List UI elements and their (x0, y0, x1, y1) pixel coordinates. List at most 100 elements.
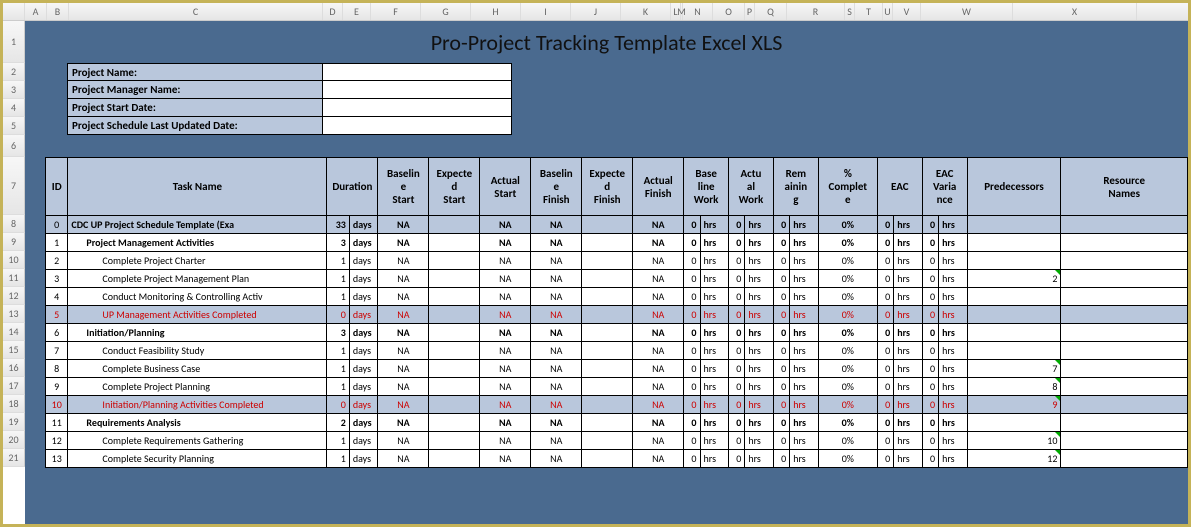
cell-bs[interactable]: NA (378, 288, 429, 306)
cell-pc[interactable]: 0% (818, 414, 877, 432)
cell-rem[interactable]: 0 (773, 450, 789, 468)
cell-as[interactable]: NA (480, 342, 531, 360)
cell-awu[interactable]: hrs (745, 342, 774, 360)
cell-remu[interactable]: hrs (790, 216, 819, 234)
cell-aw[interactable]: 0 (729, 450, 745, 468)
col-header-pc[interactable]: %Complete (818, 158, 877, 216)
cell-pred[interactable] (967, 252, 1061, 270)
cell-rem[interactable]: 0 (773, 414, 789, 432)
cell-res[interactable] (1061, 396, 1188, 414)
cell-bw[interactable]: 0 (684, 270, 700, 288)
cell-dur-n[interactable]: 1 (327, 288, 349, 306)
cell-evu[interactable]: hrs (939, 414, 968, 432)
cell-pred[interactable]: 9 (967, 396, 1061, 414)
cell-ev[interactable]: 0 (922, 450, 938, 468)
cell-bw[interactable]: 0 (684, 234, 700, 252)
cell-bs[interactable]: NA (378, 324, 429, 342)
cell-dur-n[interactable]: 1 (327, 270, 349, 288)
cell-bw[interactable]: 0 (684, 216, 700, 234)
cell-as[interactable]: NA (480, 450, 531, 468)
cell-ev[interactable]: 0 (922, 414, 938, 432)
cell-dur-u[interactable]: days (349, 252, 378, 270)
cell-bwu[interactable]: hrs (700, 216, 729, 234)
cell-af[interactable]: NA (633, 324, 684, 342)
cell-eacu[interactable]: hrs (894, 414, 923, 432)
cell-as[interactable]: NA (480, 378, 531, 396)
cell-rem[interactable]: 0 (773, 216, 789, 234)
cell-dur-u[interactable]: days (349, 342, 378, 360)
cell-id[interactable]: 13 (46, 450, 68, 468)
column-header-K[interactable]: K (621, 3, 671, 20)
table-body[interactable]: 0CDC UP Project Schedule Template (Exa33… (46, 216, 1188, 468)
cell-bwu[interactable]: hrs (700, 450, 729, 468)
cell-bw[interactable]: 0 (684, 450, 700, 468)
column-header-E[interactable]: E (343, 3, 371, 20)
cell-as[interactable]: NA (480, 270, 531, 288)
cell-pred[interactable] (967, 306, 1061, 324)
cell-id[interactable]: 9 (46, 378, 68, 396)
cell-rem[interactable]: 0 (773, 234, 789, 252)
cell-id[interactable]: 3 (46, 270, 68, 288)
cell-rem[interactable]: 0 (773, 288, 789, 306)
col-header-es[interactable]: ExpectedStart (429, 158, 480, 216)
col-header-ev[interactable]: EACVariance (922, 158, 967, 216)
cell-bs[interactable]: NA (378, 342, 429, 360)
cell-res[interactable] (1061, 216, 1188, 234)
cell-aw[interactable]: 0 (729, 378, 745, 396)
cell-remu[interactable]: hrs (790, 432, 819, 450)
cell-pc[interactable]: 0% (818, 378, 877, 396)
cell-af[interactable]: NA (633, 450, 684, 468)
cell-id[interactable]: 5 (46, 306, 68, 324)
cell-es[interactable] (429, 342, 480, 360)
cell-eac[interactable]: 0 (877, 396, 893, 414)
cell-awu[interactable]: hrs (745, 432, 774, 450)
cell-bf[interactable]: NA (531, 288, 582, 306)
cell-ev[interactable]: 0 (922, 342, 938, 360)
cell-as[interactable]: NA (480, 324, 531, 342)
cell-awu[interactable]: hrs (745, 396, 774, 414)
cell-bw[interactable]: 0 (684, 360, 700, 378)
column-header-S[interactable]: S (845, 3, 855, 20)
cell-bs[interactable]: NA (378, 432, 429, 450)
cell-remu[interactable]: hrs (790, 342, 819, 360)
cell-eacu[interactable]: hrs (894, 234, 923, 252)
column-header-B[interactable]: B (47, 3, 69, 20)
cell-ev[interactable]: 0 (922, 378, 938, 396)
col-header-id[interactable]: ID (46, 158, 68, 216)
cell-eacu[interactable]: hrs (894, 450, 923, 468)
cell-bwu[interactable]: hrs (700, 252, 729, 270)
row-header-20[interactable]: 20 (3, 431, 25, 449)
cell-bwu[interactable]: hrs (700, 288, 729, 306)
cell-ev[interactable]: 0 (922, 270, 938, 288)
cell-rem[interactable]: 0 (773, 342, 789, 360)
cell-ef[interactable] (582, 324, 633, 342)
cell-af[interactable]: NA (633, 252, 684, 270)
cell-bs[interactable]: NA (378, 234, 429, 252)
cell-pc[interactable]: 0% (818, 306, 877, 324)
cell-dur-u[interactable]: days (349, 234, 378, 252)
cell-task[interactable]: Conduct Monitoring & Controlling Activ (68, 288, 327, 306)
cell-bw[interactable]: 0 (684, 324, 700, 342)
cell-res[interactable] (1061, 288, 1188, 306)
cell-ev[interactable]: 0 (922, 216, 938, 234)
cell-eacu[interactable]: hrs (894, 360, 923, 378)
cell-es[interactable] (429, 234, 480, 252)
cell-bwu[interactable]: hrs (700, 378, 729, 396)
cell-pc[interactable]: 0% (818, 288, 877, 306)
cell-remu[interactable]: hrs (790, 450, 819, 468)
cell-pred[interactable] (967, 342, 1061, 360)
cell-ev[interactable]: 0 (922, 432, 938, 450)
cell-bf[interactable]: NA (531, 396, 582, 414)
row-header-11[interactable]: 11 (3, 269, 25, 287)
cell-bwu[interactable]: hrs (700, 306, 729, 324)
column-header-C[interactable]: C (69, 3, 323, 20)
cell-rem[interactable]: 0 (773, 324, 789, 342)
row-header-16[interactable]: 16 (3, 359, 25, 377)
col-header-bs[interactable]: BaselineStart (378, 158, 429, 216)
cell-dur-n[interactable]: 3 (327, 324, 349, 342)
cell-as[interactable]: NA (480, 252, 531, 270)
cell-task[interactable]: Complete Requirements Gathering (68, 432, 327, 450)
cell-bs[interactable]: NA (378, 396, 429, 414)
row-header-6[interactable]: 6 (3, 135, 25, 157)
cell-id[interactable]: 10 (46, 396, 68, 414)
